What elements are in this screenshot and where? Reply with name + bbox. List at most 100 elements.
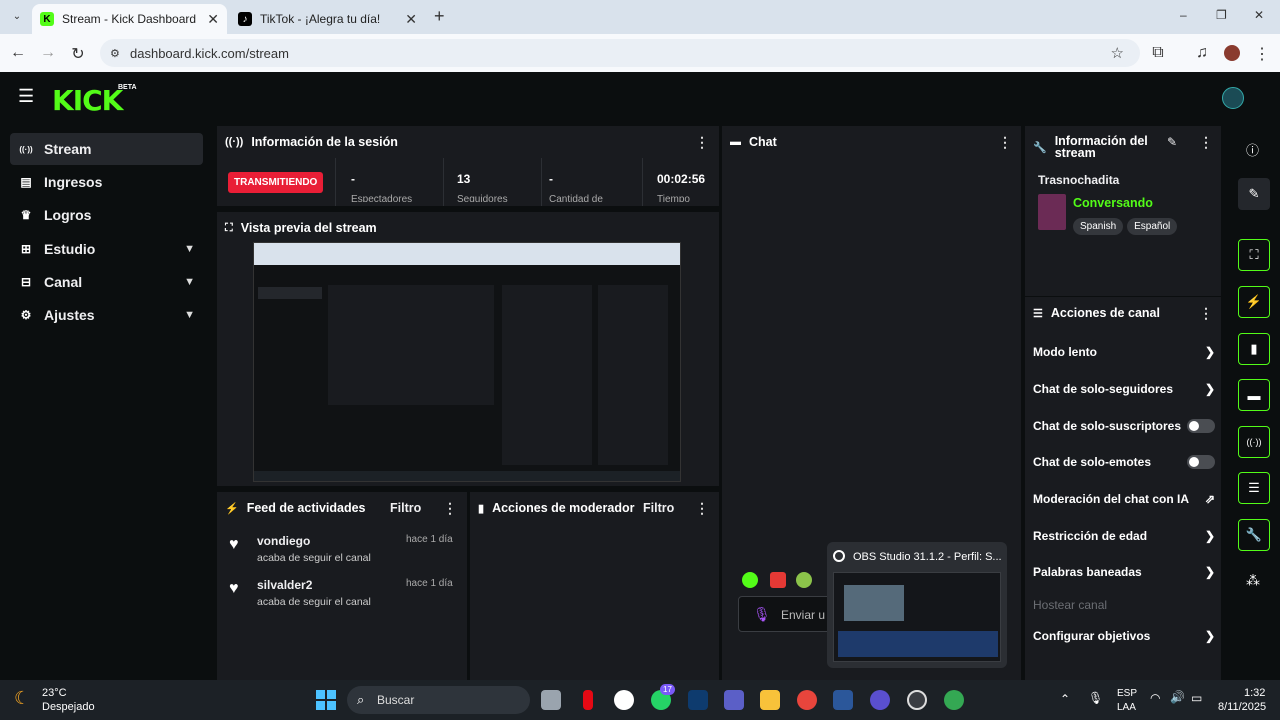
file-explorer-icon[interactable]: [760, 690, 780, 710]
close-window-button[interactable]: ✕: [1254, 8, 1264, 22]
bookmark-star-icon[interactable]: ☆: [1111, 44, 1124, 62]
activity-user[interactable]: vondiego: [257, 534, 310, 548]
wifi-icon[interactable]: ◠: [1150, 691, 1160, 705]
emote-icon[interactable]: [742, 572, 758, 588]
tab-tiktok[interactable]: ♪ TikTok - ¡Alegra tu día! ✕: [230, 4, 425, 34]
sidebar-item-ajustes[interactable]: ⚙ Ajustes ▼: [10, 299, 203, 331]
preview-rail-button[interactable]: ⛶: [1238, 239, 1270, 271]
new-tab-button[interactable]: +: [434, 6, 445, 27]
teams-icon[interactable]: [724, 690, 744, 710]
windows-logo-tile: [327, 690, 336, 699]
action-subscribers-only[interactable]: Chat de solo-suscriptores: [1033, 419, 1215, 433]
action-slow-mode[interactable]: Modo lento ❯: [1033, 345, 1215, 359]
action-followers-only[interactable]: Chat de solo-seguidores ❯: [1033, 382, 1215, 396]
sidebar-item-label: Ingresos: [44, 174, 103, 190]
action-age-restriction[interactable]: Restricción de edad ❯: [1033, 529, 1215, 543]
profile-avatar[interactable]: [1224, 45, 1240, 61]
reload-icon[interactable]: ↻: [68, 44, 88, 64]
stream-title: Trasnochadita: [1038, 173, 1120, 187]
netflix-icon[interactable]: [583, 690, 593, 710]
chrome-icon[interactable]: [797, 690, 817, 710]
wrench-rail-button[interactable]: 🔧: [1238, 519, 1270, 551]
chevron-down-icon: ▼: [184, 276, 195, 288]
task-view-icon[interactable]: [541, 690, 561, 710]
sidebar-item-logros[interactable]: ♛ Logros: [10, 199, 203, 231]
action-ai-moderation[interactable]: Moderación del chat con IA ⇗: [1033, 492, 1215, 506]
discord-icon[interactable]: [614, 690, 634, 710]
keyboard-layout[interactable]: LAA: [1117, 702, 1136, 713]
close-tab-icon[interactable]: ✕: [405, 11, 417, 28]
info-icon[interactable]: ⓘ: [1246, 140, 1259, 159]
tab-kick-dashboard[interactable]: K Stream - Kick Dashboard ✕: [32, 4, 227, 34]
start-button[interactable]: [316, 690, 336, 710]
category-thumbnail[interactable]: [1038, 194, 1066, 230]
chat-rail-button[interactable]: ▬: [1238, 379, 1270, 411]
obs-taskbar-preview[interactable]: OBS Studio 31.1.2 - Perfil: S...: [827, 542, 1007, 668]
more-options-icon[interactable]: ⋮: [1199, 305, 1213, 322]
language-code[interactable]: ESP: [1117, 688, 1137, 699]
edit-rail-button[interactable]: ✎: [1238, 178, 1270, 210]
emote-icon[interactable]: [796, 572, 812, 588]
forward-icon[interactable]: →: [38, 44, 58, 62]
activity-item: ♥ vondiego acaba de seguir el canal hace…: [229, 534, 459, 570]
weather-temp[interactable]: 23°C: [42, 687, 67, 699]
app-icon[interactable]: [870, 690, 890, 710]
chrome-taskbar-icon[interactable]: [944, 690, 964, 710]
windows-logo-tile: [316, 701, 325, 710]
more-options-icon[interactable]: ⋮: [998, 134, 1012, 151]
action-set-goals[interactable]: Configurar objetivos ❯: [1033, 629, 1215, 643]
activity-user[interactable]: silvalder2: [257, 578, 312, 592]
clock-date[interactable]: 8/11/2025: [1218, 701, 1266, 713]
chevron-up-icon[interactable]: ⌃: [1060, 692, 1070, 706]
microphone-icon[interactable]: 🎙: [753, 606, 771, 623]
emote-icon[interactable]: [770, 572, 786, 588]
word-icon[interactable]: [833, 690, 853, 710]
user-avatar[interactable]: [1222, 87, 1244, 109]
action-emotes-only[interactable]: Chat de solo-emotes: [1033, 455, 1215, 469]
menu-icon[interactable]: ⋮: [1252, 44, 1272, 64]
sidebar-item-stream[interactable]: ((·)) Stream: [10, 133, 203, 165]
tag-pill[interactable]: Español: [1127, 218, 1178, 235]
extensions-icon[interactable]: ⧉: [1148, 44, 1168, 62]
sidebar-item-canal[interactable]: ⊟ Canal ▼: [10, 266, 203, 298]
moderator-rail-button[interactable]: ▮: [1238, 333, 1270, 365]
site-info-icon[interactable]: ⚙: [110, 47, 120, 60]
obs-taskbar-icon[interactable]: [907, 690, 927, 710]
clock-time[interactable]: 1:32: [1244, 687, 1265, 699]
edit-icon[interactable]: ✎: [1167, 135, 1177, 149]
media-control-icon[interactable]: ♫: [1192, 44, 1212, 62]
more-options-icon[interactable]: ⋮: [695, 500, 709, 517]
more-options-icon[interactable]: ⋮: [443, 500, 457, 517]
more-options-icon[interactable]: ⋮: [695, 134, 709, 151]
hamburger-menu-icon[interactable]: ☰: [18, 86, 34, 107]
emotes-only-toggle[interactable]: [1187, 455, 1215, 469]
taskbar-search[interactable]: ⌕ Buscar: [347, 686, 530, 714]
session-rail-button[interactable]: ((·)): [1238, 426, 1270, 458]
back-icon[interactable]: ←: [8, 44, 28, 62]
add-widget-icon[interactable]: ⁂: [1246, 572, 1260, 589]
actions-rail-button[interactable]: ☰: [1238, 472, 1270, 504]
tab-search-dropdown[interactable]: ⌄: [8, 8, 26, 26]
activity-rail-button[interactable]: ⚡: [1238, 286, 1270, 318]
sidebar-item-ingresos[interactable]: ▤ Ingresos: [10, 166, 203, 198]
more-options-icon[interactable]: ⋮: [1199, 134, 1213, 151]
kick-logo[interactable]: KICK: [52, 84, 123, 117]
weather-icon[interactable]: ☾: [14, 688, 30, 709]
category-link[interactable]: Conversando: [1073, 196, 1153, 210]
volume-icon[interactable]: 🔊: [1170, 690, 1185, 704]
subscribers-only-toggle[interactable]: [1187, 419, 1215, 433]
disney-icon[interactable]: [688, 690, 708, 710]
battery-icon[interactable]: ▭: [1191, 691, 1202, 705]
stream-preview-video[interactable]: [253, 242, 681, 482]
filter-button[interactable]: Filtro: [643, 501, 674, 515]
restore-button[interactable]: ❐: [1216, 8, 1227, 22]
minimize-button[interactable]: –: [1180, 8, 1187, 22]
address-bar[interactable]: ⚙ dashboard.kick.com/stream ☆: [100, 39, 1140, 67]
microphone-tray-icon[interactable]: 🎙: [1088, 691, 1103, 705]
sidebar-item-estudio[interactable]: ⊞ Estudio ▼: [10, 233, 203, 265]
action-banned-words[interactable]: Palabras baneadas ❯: [1033, 565, 1215, 579]
uptime-label: Tiempo: [657, 194, 690, 202]
filter-button[interactable]: Filtro: [390, 501, 421, 515]
close-tab-icon[interactable]: ✕: [207, 11, 219, 28]
tag-pill[interactable]: Spanish: [1073, 218, 1124, 235]
